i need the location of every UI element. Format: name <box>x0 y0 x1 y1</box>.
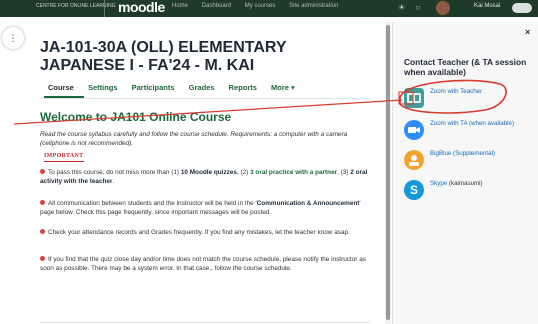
contact-bigblue[interactable]: BigBlue (Supplemental) <box>404 150 534 170</box>
contact-skype[interactable]: S Skype (kaimasumi) <box>404 180 534 200</box>
tab-settings[interactable]: Settings <box>88 83 118 92</box>
bell-icon[interactable]: ☀ <box>398 3 405 12</box>
bullet-dot-icon <box>40 200 45 205</box>
user-name[interactable]: Kai Mosai <box>474 3 500 9</box>
skype-id: (kaimasumi) <box>447 180 483 187</box>
bullet-quiz-schedule: If you find that the quiz close day and/… <box>40 256 366 272</box>
main-content: JA-101-30A (OLL) ELEMENTARY JAPANESE I -… <box>30 22 384 324</box>
bullet-dot-icon <box>40 229 45 234</box>
tab-participants[interactable]: Participants <box>132 83 175 92</box>
zoom-teacher-icon[interactable] <box>404 88 424 108</box>
important-label: IMPORTANT <box>44 153 84 159</box>
tab-reports[interactable]: Reports <box>229 83 257 92</box>
skype-label[interactable]: Skype (kaimasumi) <box>430 180 483 187</box>
bullet-communication: All communication between students and t… <box>40 200 361 216</box>
chat-icon[interactable]: ○ <box>415 3 420 12</box>
nav-link-home[interactable]: Home <box>172 3 188 9</box>
section-heading: Welcome to JA101 Online Course <box>40 110 232 124</box>
tab-course[interactable]: Course <box>48 83 74 92</box>
main-scrollbar-thumb[interactable] <box>386 25 390 320</box>
nav-link-site-admin[interactable]: Site administration <box>289 3 338 9</box>
drawer-title: Contact Teacher (& TA session when avail… <box>404 57 527 77</box>
navbar-links: Home Dashboard My courses Site administr… <box>172 3 350 9</box>
moodle-logo[interactable]: moodle <box>118 0 165 15</box>
bigblue-link[interactable]: BigBlue (Supplemental) <box>430 150 495 157</box>
communication-page-link[interactable]: Communication & Announcement <box>257 200 360 207</box>
nav-link-my-courses[interactable]: My courses <box>245 3 276 9</box>
contact-zoom-ta[interactable]: Zoom with TA (when available) <box>404 120 534 140</box>
skype-link[interactable]: Skype <box>430 180 447 187</box>
video-camera-icon[interactable] <box>404 120 424 140</box>
section-divider <box>40 322 370 323</box>
zoom-ta-link[interactable]: Zoom with TA (when available) <box>430 120 514 127</box>
navbar-divider <box>104 0 105 17</box>
tab-grades[interactable]: Grades <box>189 83 215 92</box>
bullet-requirements: To pass this course, do not miss more th… <box>40 169 368 185</box>
bullet-dot-icon <box>40 256 45 261</box>
important-underline <box>44 161 84 162</box>
tabs-divider <box>40 98 370 99</box>
close-drawer-icon[interactable]: × <box>525 27 530 37</box>
contact-zoom-teacher[interactable]: Zoom with Teacher <box>404 88 534 108</box>
tab-more[interactable]: More ▾ <box>271 83 295 92</box>
course-nav-tabs: Course Settings Participants Grades Repo… <box>48 83 307 92</box>
notification-icons: ☀ ○ <box>398 3 420 12</box>
top-navbar: CENTRE FOR ONLINE LEARNING moodle Home D… <box>0 0 538 17</box>
page-title: JA-101-30A (OLL) ELEMENTARY JAPANESE I -… <box>40 39 287 74</box>
avatar[interactable] <box>436 1 450 15</box>
bullet-dot-icon <box>40 169 45 174</box>
intro-text: Read the course syllabus carefully and f… <box>40 131 348 147</box>
edit-mode-toggle[interactable] <box>512 3 532 13</box>
bullet-attendance: Check your attendance records and Grades… <box>40 228 376 237</box>
course-index-toggle-icon[interactable]: ⋮ <box>2 27 24 49</box>
skype-icon[interactable]: S <box>404 180 424 200</box>
nav-link-dashboard[interactable]: Dashboard <box>202 3 231 9</box>
bigbluebutton-icon[interactable] <box>404 150 424 170</box>
zoom-teacher-link[interactable]: Zoom with Teacher <box>430 88 482 95</box>
